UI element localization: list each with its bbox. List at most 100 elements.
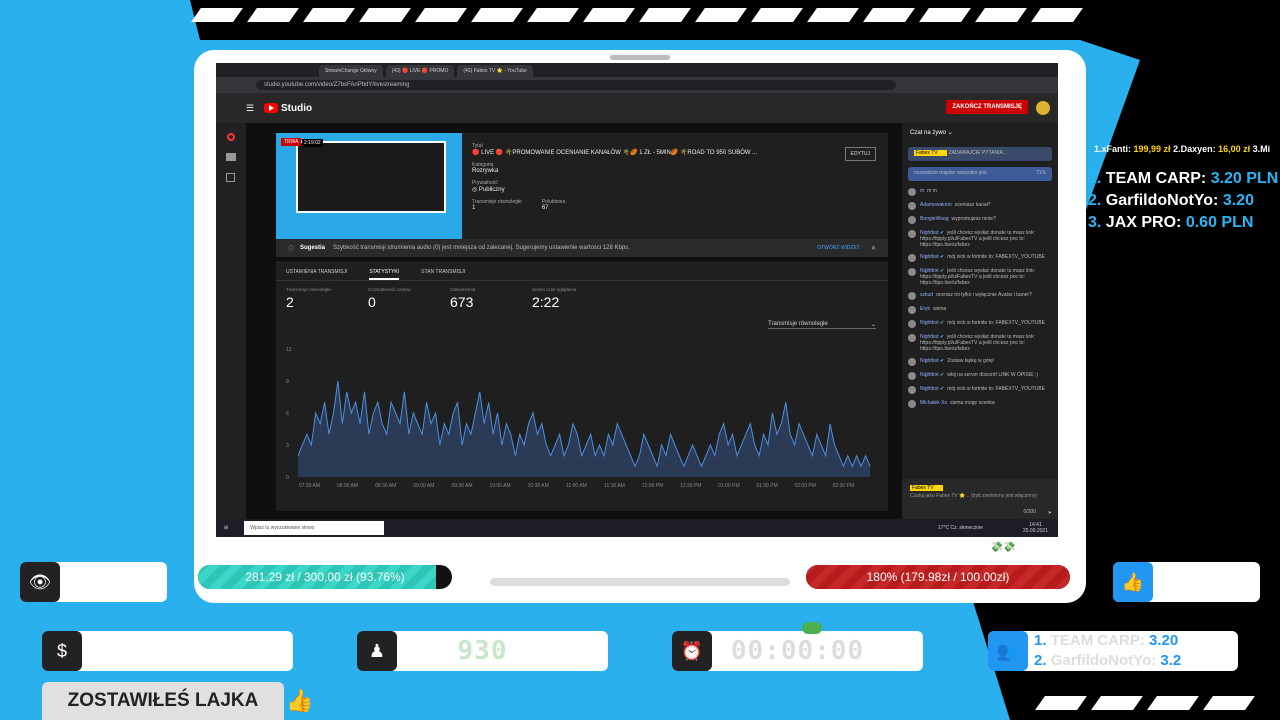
poll-percent: 71% — [1035, 170, 1046, 176]
avatar[interactable] — [908, 306, 916, 314]
viewers-chart: 0 3 6 9 12 07:30 AM 08:00 AM 08:30 AM 09:00 AM 09… — [286, 347, 871, 489]
chat-message-body: Nightbot ✔ jeśli chcesz wysłać donate tu … — [920, 334, 1052, 352]
top-stripes — [191, 8, 1083, 22]
chat-message: szkud ocenisz mi tylko i wyłącznie Avatar… — [902, 289, 1058, 303]
x-tick-label: 07:30 AM — [299, 483, 320, 489]
avatar[interactable] — [908, 202, 916, 210]
studio-logo[interactable]: Studio — [264, 103, 312, 114]
category-value: Rozrywka — [472, 168, 499, 174]
tab-settings[interactable]: USTAWIENIA TRANSMISJI — [286, 269, 347, 280]
edit-button[interactable]: EDYTUJ — [844, 147, 876, 161]
kpi-value: 2:22 — [532, 294, 560, 310]
clock[interactable]: 14:41 25.09.2021 — [1023, 522, 1048, 534]
chat-username[interactable]: BoogieWoog — [920, 216, 949, 222]
avatar[interactable] — [908, 358, 916, 366]
frog-icon — [802, 622, 822, 634]
send-icon[interactable]: ➤ — [1048, 510, 1052, 516]
x-tick-label: 01:00 PM — [718, 483, 739, 489]
avatar[interactable] — [908, 292, 916, 300]
visibility-text: Publiczny — [478, 187, 505, 193]
x-tick-label: 09:30 AM — [451, 483, 472, 489]
x-tick-label: 09:00 AM — [413, 483, 434, 489]
y-tick-label: 3 — [286, 443, 289, 449]
center-divider — [490, 578, 790, 586]
mini-donor-row: 1. TEAM CARP: 3.20 — [1034, 631, 1238, 651]
x-tick-label: 11:00 AM — [566, 483, 587, 489]
taskbar-search[interactable]: Wpisz tu wyszukiwane słowo — [244, 521, 385, 535]
x-tick-label: 11:30 AM — [604, 483, 625, 489]
chat-message-body: Nightbot ✔ mój nick w fortnite to: FABEXT… — [920, 386, 1045, 394]
ticker-name: 3.Mi — [1252, 144, 1271, 154]
metric-dropdown[interactable]: Transmisje równoległe ⌄ — [768, 321, 876, 329]
avatar[interactable] — [908, 230, 916, 238]
avatar[interactable] — [908, 216, 916, 224]
top-donors: 1. TEAM CARP: 3.20 PLN 2. GarfildoNotYo:… — [1088, 168, 1280, 234]
browser-tab[interactable]: (43) 🔴 LIVE 🔴 PROMO — [385, 65, 455, 77]
chat-username[interactable]: Nightbot ✔ — [920, 372, 944, 378]
avatar[interactable] — [908, 188, 916, 196]
ticker-name: 2.Daxyen: — [1173, 144, 1216, 154]
chat-username[interactable]: Nightbot ✔ — [920, 358, 944, 364]
avatar[interactable] — [908, 386, 916, 394]
x-tick-label: 02:00 PM — [794, 483, 815, 489]
chat-message: Michałek Xx siema mogę ocenka — [902, 397, 1058, 411]
ticker-amount: 16,00 zł — [1218, 144, 1251, 154]
avatar[interactable] — [908, 254, 916, 262]
tab-stats[interactable]: STATYSTYKI — [369, 269, 400, 280]
chat-username[interactable]: Nightbot ✔ — [920, 254, 944, 260]
avatar[interactable] — [908, 372, 916, 380]
x-tick-label: 10:00 AM — [490, 483, 511, 489]
donor-name: TEAM CARP: — [1105, 170, 1207, 187]
donor-rank: 2. — [1034, 652, 1047, 669]
open-widget-link[interactable]: OTWÓRZ WIDŻET — [817, 245, 860, 251]
x-tick-label: 12:30 PM — [680, 483, 701, 489]
chat-title[interactable]: Czat na żywo — [910, 130, 946, 136]
chat-input[interactable]: Czatuj jako Fabex TV ⭐... (tryb zwolnion… — [910, 493, 1050, 499]
youtube-play-icon — [264, 103, 278, 113]
camera-icon[interactable] — [226, 153, 236, 161]
kpi-label: Odtworzenia — [450, 287, 476, 292]
chat-text: wypromujesz mnie? — [951, 216, 996, 222]
end-stream-button[interactable]: ZAKOŃCZ TRANSMISJĘ — [946, 100, 1028, 114]
chat-username[interactable]: Michałek Xx — [920, 400, 947, 406]
calendar-icon[interactable] — [226, 173, 235, 182]
chat-text: oceniasz kanał? — [954, 202, 991, 208]
menu-icon[interactable]: ☰ — [246, 103, 254, 114]
like-banner-text: ZOSTAWIŁEŚ LAJKA — [67, 690, 259, 711]
pinned-text: ZADAWAJCIE PYTANIA... — [948, 150, 1008, 156]
tab-status[interactable]: STAN TRANSMISJI — [421, 269, 465, 280]
weather-widget[interactable]: 17°C Cz. słonecznie — [938, 525, 983, 531]
concurrent-label: Transmisje równoległe — [472, 199, 522, 205]
chat-username[interactable]: m — [920, 188, 924, 194]
chat-message: mm m — [902, 185, 1058, 199]
avatar[interactable] — [908, 400, 916, 408]
close-icon[interactable]: ✕ — [871, 245, 876, 252]
windows-start-icon[interactable]: ⊞ — [224, 525, 228, 531]
chat-username[interactable]: Adamowakmo — [920, 202, 952, 208]
live-icon[interactable] — [227, 133, 235, 141]
kpi-value: 0 — [368, 294, 376, 310]
browser-tab[interactable]: (43) Fabex TV ⭐ - YouTube — [457, 65, 533, 77]
x-tick-label: 12:00 PM — [642, 483, 663, 489]
ticker-amount: 199,99 zł — [1133, 144, 1171, 154]
chat-text: m m — [927, 188, 937, 194]
stream-preview[interactable]: TRWA 2:19:02 — [276, 133, 462, 239]
avatar[interactable] — [908, 334, 916, 342]
chat-username[interactable]: Eryk — [920, 306, 930, 312]
avatar[interactable] — [908, 320, 916, 328]
donor-amount: 3.20 PLN — [1210, 170, 1279, 187]
chat-username[interactable]: szkud — [920, 292, 933, 298]
y-tick-label: 6 — [286, 411, 289, 417]
goal-right-bar: 180% (179.98zł / 100.00zł) — [806, 565, 1070, 589]
url-field[interactable]: studio.youtube.com/video/Z7bsFAnPbdY/liv… — [256, 80, 896, 90]
avatar[interactable] — [908, 268, 916, 276]
thumbs-up-icon: 👍 — [286, 688, 314, 713]
y-tick-label: 12 — [286, 347, 292, 353]
browser-tab[interactable]: StreamChange Główny — [319, 65, 383, 77]
pinned-message[interactable]: Fabex TV ⭐ ZADAWAJCIE PYTANIA... — [908, 147, 1052, 161]
avatar[interactable] — [1036, 101, 1050, 115]
poll-banner[interactable]: oczywiście majster wszystko jest 71% — [908, 167, 1052, 181]
chat-username[interactable]: Nightbot ✔ — [920, 386, 944, 392]
preview-frame — [296, 141, 446, 213]
chat-username[interactable]: Nightbot ✔ — [920, 320, 944, 326]
